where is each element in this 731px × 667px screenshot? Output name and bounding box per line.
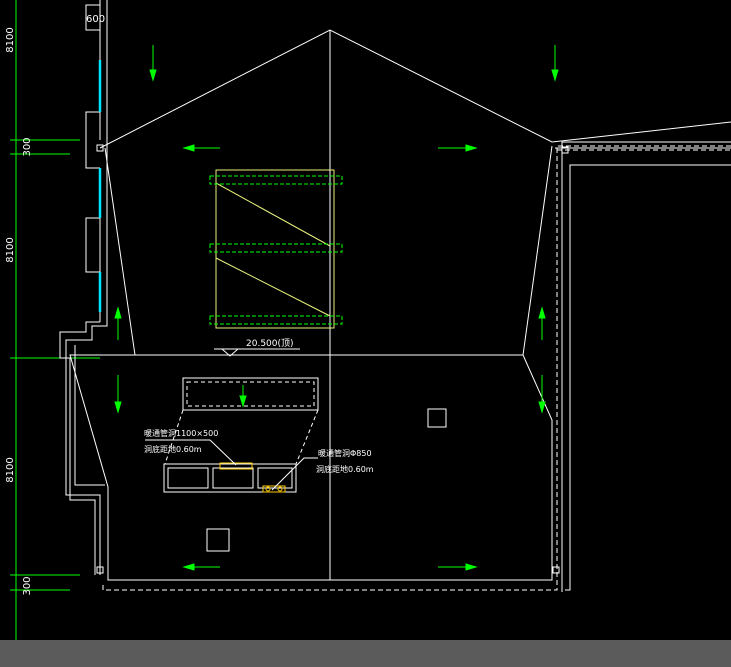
skylight-beams [209, 175, 343, 325]
dimension-600: 600 [86, 14, 105, 25]
dimension-300-top: 300 [22, 137, 33, 156]
status-bar [0, 640, 731, 667]
dimension-8100-mid: 8100 [5, 237, 16, 262]
equipment-platform-dashed [186, 381, 315, 407]
left-dimension-chain [10, 0, 100, 640]
cad-drawing-viewport[interactable]: 8100 300 8100 8100 300 600 20.500(顶) 暖通管… [0, 0, 731, 640]
dimension-300-bot: 300 [22, 576, 33, 595]
vent-size-label: 暖通管洞1100×500 [144, 428, 218, 438]
roof-hatches [206, 408, 447, 552]
roof-outline [69, 29, 731, 581]
pipe-size-label: 暖通管洞Φ850 [318, 448, 372, 458]
skylight-frame [215, 169, 335, 329]
vent-height-label: 洞底距地0.60m [144, 444, 202, 454]
hvac-unit [163, 463, 297, 493]
equipment-platform [182, 377, 319, 411]
roof-plan-drawing: 8100 300 8100 8100 300 600 20.500(顶) 暖通管… [5, 0, 731, 640]
dimension-8100-top: 8100 [5, 27, 16, 52]
right-wall [561, 141, 731, 592]
roof-drains [96, 144, 569, 574]
pipe-height-label: 洞底距地0.60m [316, 464, 374, 474]
slope-arrows [114, 45, 559, 571]
parapet-dashed [102, 145, 731, 591]
dimension-8100-bot: 8100 [5, 457, 16, 482]
elevation-label: 20.500(顶) [246, 338, 294, 349]
